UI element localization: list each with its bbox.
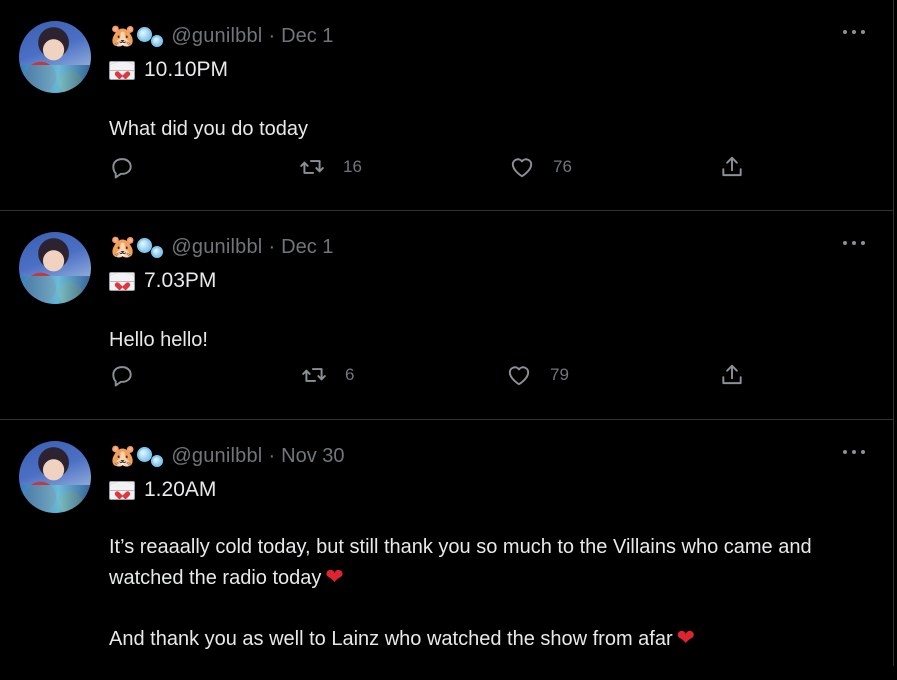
retweet-button[interactable]: 16 [299, 152, 362, 182]
tweet[interactable]: 🐹 @gunilbbl · Dec 1 7.03PM Hello hello! … [0, 211, 893, 420]
tweet-paragraph-text: And thank you as well to Lainz who watch… [109, 628, 673, 650]
heart-emoji-icon: ❤ [325, 564, 344, 589]
envelope-icon [109, 480, 135, 500]
like-icon [508, 366, 530, 386]
separator-dot: · [268, 235, 276, 258]
retweet-button[interactable]: 6 [301, 360, 354, 390]
retweet-icon [302, 368, 326, 382]
separator-dot: · [268, 24, 276, 47]
avatar[interactable] [19, 21, 91, 93]
hamster-emoji-icon: 🐹 [109, 23, 137, 48]
share-button[interactable] [719, 152, 745, 182]
tweet-header: 🐹 @gunilbbl · Dec 1 [109, 233, 333, 261]
reply-icon [112, 158, 132, 179]
user-handle[interactable]: @gunilbbl [171, 25, 262, 48]
more-icon[interactable] [843, 26, 865, 38]
heart-emoji-icon: ❤ [676, 625, 696, 650]
retweet-count: 6 [345, 365, 355, 384]
bubbles-icon [137, 24, 165, 48]
bubbles-icon [137, 444, 165, 468]
reply-icon [112, 366, 132, 387]
user-handle[interactable]: @gunilbbl [171, 445, 262, 468]
like-button[interactable]: 76 [509, 152, 572, 182]
tweet-time-line: 7.03PM [109, 267, 216, 295]
tweet-paragraph: It’s reaaally cold today, but still than… [109, 532, 879, 593]
hamster-emoji-icon: 🐹 [109, 443, 137, 468]
bubbles-icon [137, 235, 165, 259]
tweet-time-line: 10.10PM [109, 56, 228, 84]
share-icon [722, 364, 742, 385]
tweet-date[interactable]: Dec 1 [281, 25, 333, 48]
more-icon[interactable] [843, 237, 865, 249]
tweet-time-line: 1.20AM [109, 476, 216, 504]
separator-dot: · [268, 444, 276, 467]
tweet[interactable]: 🐹 @gunilbbl · Dec 1 10.10PM What did you… [0, 0, 893, 211]
tweet-text: What did you do today [109, 114, 879, 144]
avatar[interactable] [19, 441, 91, 513]
tweet-actions: 6 79 [109, 360, 749, 390]
reply-button[interactable] [109, 360, 135, 390]
avatar[interactable] [19, 232, 91, 304]
envelope-icon [109, 60, 135, 80]
like-count: 79 [550, 365, 569, 384]
share-icon [722, 156, 742, 177]
tweet-date[interactable]: Nov 30 [281, 445, 344, 468]
reply-button[interactable] [109, 152, 135, 182]
tweet-paragraph: Hello hello! [109, 329, 208, 351]
like-button[interactable]: 79 [506, 360, 569, 390]
timeline-feed: 🐹 @gunilbbl · Dec 1 10.10PM What did you… [0, 0, 894, 666]
tweet-date[interactable]: Dec 1 [281, 236, 333, 259]
tweet[interactable]: 🐹 @gunilbbl · Nov 30 1.20AM It’s reaaall… [0, 420, 893, 680]
tweet-time: 10.10PM [144, 58, 229, 81]
tweet-paragraph-text: It’s reaaally cold today, but still than… [109, 536, 812, 589]
like-icon [511, 158, 533, 178]
tweet-header: 🐹 @gunilbbl · Dec 1 [109, 22, 333, 50]
more-icon[interactable] [843, 446, 865, 458]
tweet-paragraph: And thank you as well to Lainz who watch… [109, 623, 879, 654]
tweet-text: It’s reaaally cold today, but still than… [109, 532, 879, 654]
share-button[interactable] [719, 360, 745, 390]
tweet-time: 7.03PM [144, 269, 217, 292]
tweet-time: 1.20AM [144, 478, 217, 501]
tweet-text: Hello hello! [109, 325, 879, 355]
tweet-actions: 16 76 [109, 152, 749, 182]
user-handle[interactable]: @gunilbbl [171, 236, 262, 259]
tweet-paragraph: What did you do today [109, 118, 309, 140]
envelope-icon [109, 271, 135, 291]
retweet-count: 16 [343, 157, 362, 176]
hamster-emoji-icon: 🐹 [109, 234, 137, 259]
retweet-icon [300, 160, 324, 174]
like-count: 76 [553, 157, 572, 176]
tweet-header: 🐹 @gunilbbl · Nov 30 [109, 442, 345, 470]
